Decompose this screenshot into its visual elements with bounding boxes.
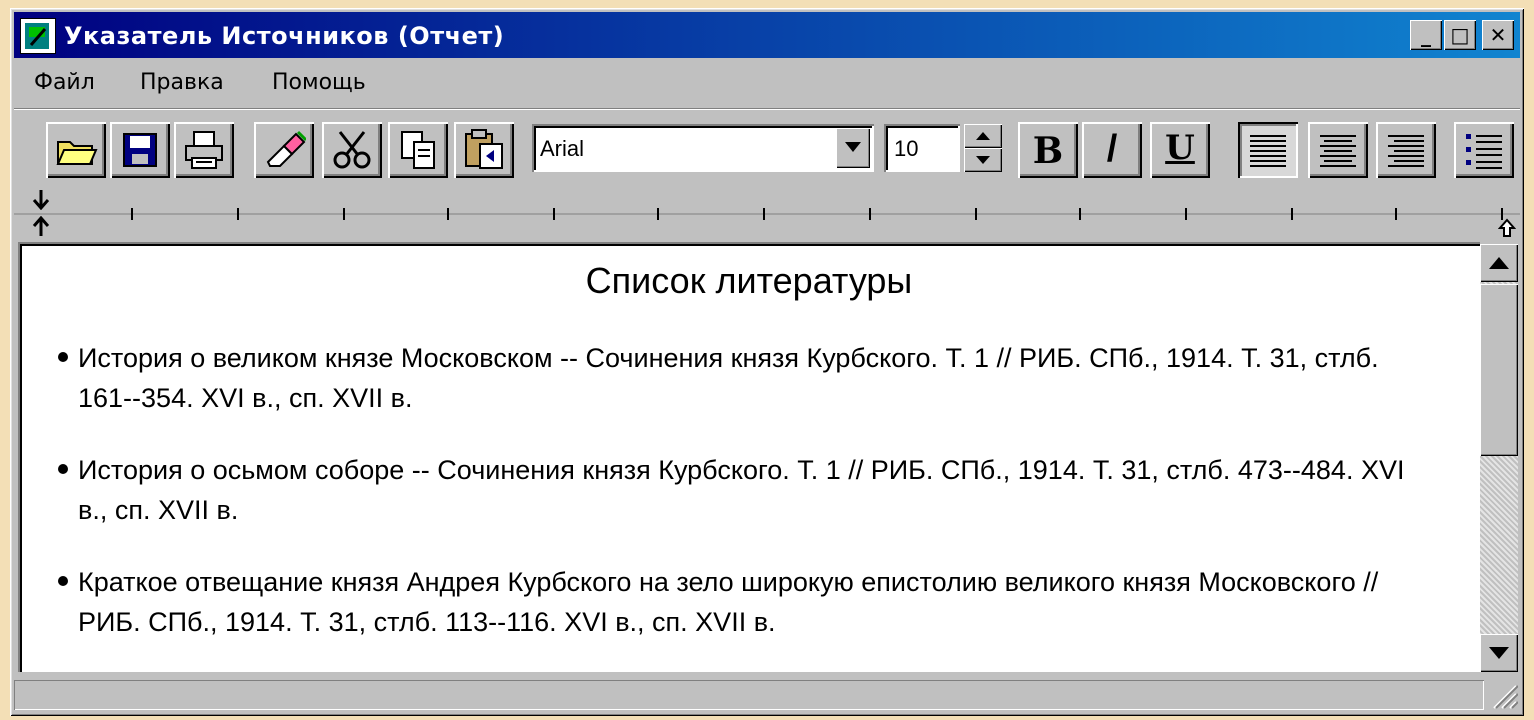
align-center-button[interactable] [1308,122,1368,178]
ruler[interactable] [14,186,1520,242]
bold-icon: B [1032,130,1064,172]
resize-grip-icon[interactable] [1490,680,1518,710]
align-left-icon [1250,135,1286,167]
bullet-icon [58,576,68,586]
title-bar[interactable]: Указатель Источников (Отчет) _ □ ✕ [14,12,1520,58]
minimize-icon: _ [1421,23,1431,47]
menu-file[interactable]: Файл [34,70,95,95]
list-item: История о великом князе Московском -- Со… [58,338,1438,418]
toolbar: Arial 10 B / U [14,108,1520,184]
arrow-down-icon [1489,647,1509,659]
bullet-list-icon [1466,134,1502,169]
font-family-value: Arial [540,136,585,161]
font-size-spinner [964,124,1002,172]
underline-icon: U [1165,128,1195,168]
status-panel [14,680,1484,710]
clear-button[interactable] [254,122,314,178]
list-item-text: Краткое отвещание князя Андрея Курбского… [78,567,1379,637]
arrow-up-icon [1489,257,1509,269]
close-icon: ✕ [1489,23,1507,47]
print-button[interactable] [174,122,234,178]
arrow-down-icon [976,156,990,164]
underline-button[interactable]: U [1150,122,1210,178]
paste-icon [465,129,503,169]
align-right-button[interactable] [1376,122,1436,178]
maximize-icon: □ [1450,23,1470,47]
paste-button[interactable] [454,122,514,178]
menu-edit[interactable]: Правка [140,70,224,95]
spin-down-button[interactable] [964,148,1002,172]
bullet-icon [58,352,68,362]
menu-bar: Файл Правка Помощь [14,62,1520,102]
spin-up-button[interactable] [964,124,1002,148]
align-right-icon [1388,135,1424,167]
font-dropdown-button[interactable] [836,128,870,168]
app-window: Указатель Источников (Отчет) _ □ ✕ Файл … [10,8,1524,716]
vertical-scrollbar[interactable] [1480,244,1518,672]
cut-button[interactable] [322,122,382,178]
window-title: Указатель Источников (Отчет) [64,22,505,50]
first-indent-marker-icon[interactable] [32,190,50,210]
right-indent-marker-icon[interactable] [1498,218,1516,238]
bullet-icon [58,464,68,474]
scroll-thumb[interactable] [1480,284,1518,456]
list-item-text: История о осьмом соборе -- Сочинения кня… [78,455,1405,525]
open-button[interactable] [46,122,106,178]
list-item-text: История о великом князе Московском -- Со… [78,343,1379,413]
scroll-down-button[interactable] [1480,634,1518,672]
open-folder-icon [56,141,98,165]
scissors-icon [333,131,371,169]
close-button[interactable]: ✕ [1482,20,1514,50]
scroll-up-button[interactable] [1480,244,1518,282]
app-icon[interactable] [20,18,56,54]
bullet-list-button[interactable] [1454,122,1514,178]
left-indent-marker-icon[interactable] [32,216,50,236]
minimize-button[interactable]: _ [1410,20,1442,50]
font-size-input[interactable]: 10 [884,124,960,172]
document-area[interactable]: Список литературы История о великом княз… [18,242,1480,672]
list-item: История о осьмом соборе -- Сочинения кня… [58,450,1438,530]
font-size-value: 10 [894,136,919,161]
save-button[interactable] [110,122,170,178]
align-left-button[interactable] [1238,122,1298,178]
menu-help[interactable]: Помощь [272,70,366,95]
copy-button[interactable] [388,122,448,178]
maximize-button[interactable]: □ [1444,20,1476,50]
italic-button[interactable]: / [1082,122,1142,178]
document-title: Список литературы [585,260,913,301]
align-center-icon [1320,135,1356,167]
save-disk-icon [123,133,157,167]
copy-icon [401,131,435,169]
list-item: Краткое отвещание князя Андрея Курбского… [58,562,1438,642]
print-icon [185,131,223,169]
status-bar [14,678,1520,712]
bold-button[interactable]: B [1018,122,1078,178]
italic-icon: / [1106,128,1118,170]
font-family-select[interactable]: Arial [532,124,874,172]
eraser-icon [266,130,306,167]
arrow-up-icon [976,132,990,140]
chevron-down-icon [845,142,861,152]
